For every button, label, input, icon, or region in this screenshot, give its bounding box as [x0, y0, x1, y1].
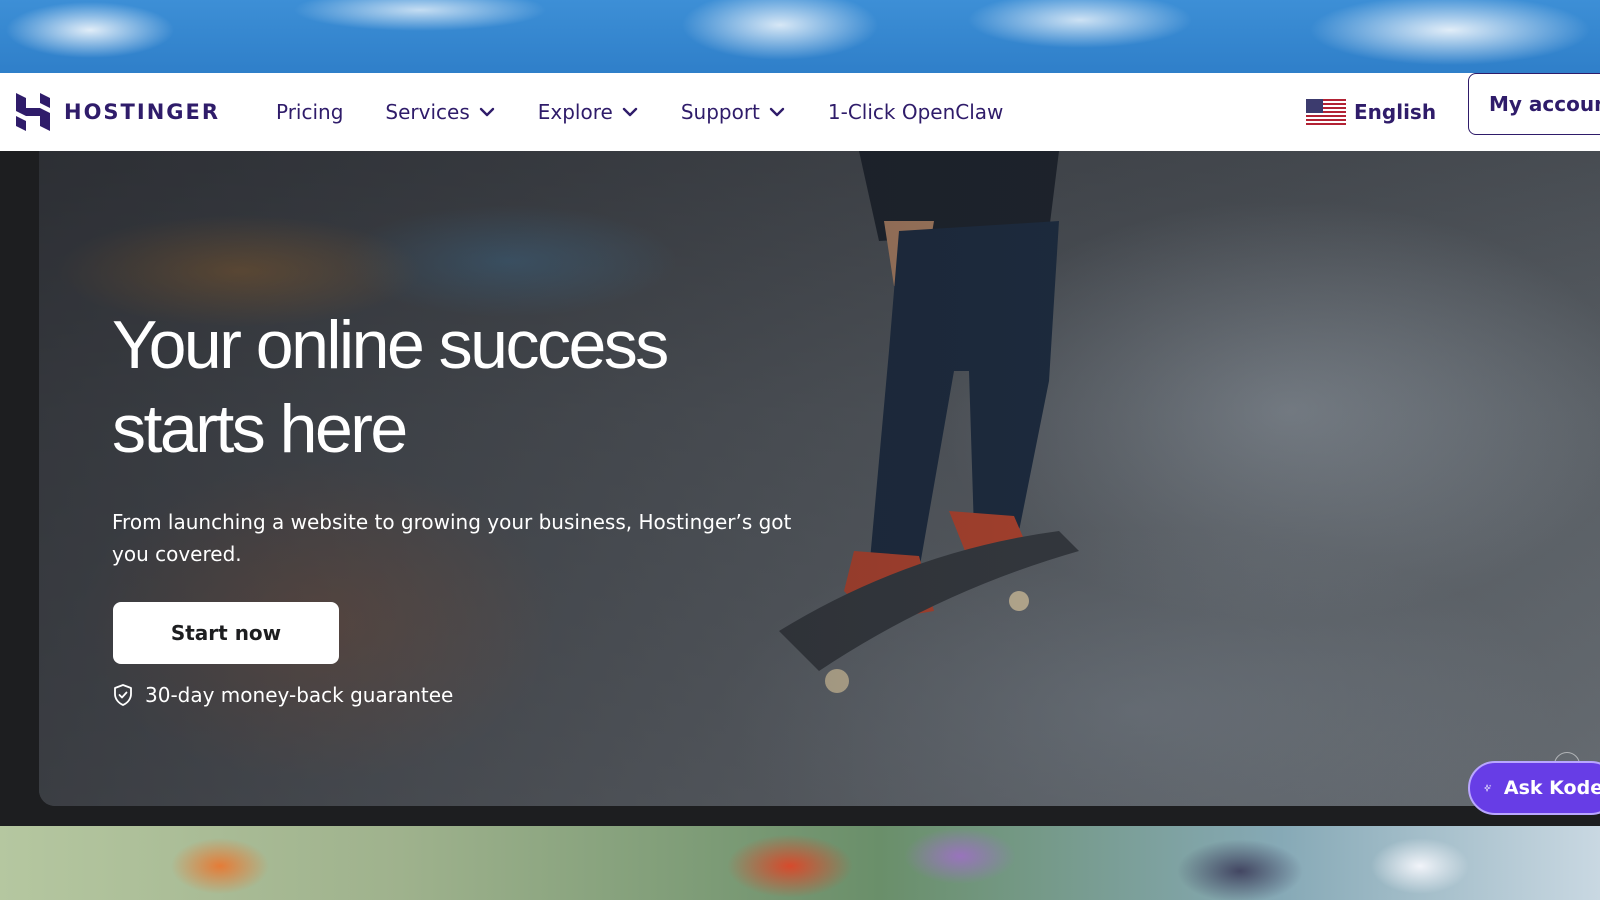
hero-overlay: [39, 151, 1600, 806]
brand-name: HOSTINGER: [64, 100, 221, 124]
my-account-button[interactable]: My account: [1468, 73, 1600, 135]
hero-title-line-2: starts here: [112, 391, 408, 467]
hero-section: [39, 151, 1600, 806]
language-selector[interactable]: English: [1306, 73, 1436, 151]
nav-item-pricing[interactable]: Pricing: [276, 100, 343, 124]
top-navigation: HOSTINGER Pricing Services Explore Suppo…: [0, 73, 1600, 151]
nav-item-label: Pricing: [276, 100, 344, 124]
nav-item-label: Support: [680, 100, 760, 124]
ask-kodee-button[interactable]: Ask Kodee: [1468, 761, 1600, 815]
shield-check-icon: [114, 684, 132, 706]
hostinger-h-icon: [16, 93, 50, 131]
nav-item-label: Services: [385, 100, 470, 124]
sparkle-icon: [1484, 784, 1492, 792]
nav-item-label: 1-Click OpenClaw: [827, 100, 1004, 124]
chevron-down-icon: [769, 107, 785, 117]
start-now-button[interactable]: Start now: [113, 602, 339, 664]
nav-item-label: Explore: [537, 100, 613, 124]
nav-item-services[interactable]: Services: [385, 100, 495, 124]
nav-item-openclaw[interactable]: 1-Click OpenClaw: [828, 100, 1004, 124]
logo[interactable]: HOSTINGER: [16, 85, 220, 139]
chevron-down-icon: [622, 107, 638, 117]
ask-kodee-label: Ask Kodee: [1503, 777, 1600, 799]
nav-item-explore[interactable]: Explore: [538, 100, 639, 124]
hero-title: Your online success starts here: [112, 303, 812, 471]
guarantee-text: 30-day money-back guarantee: [145, 683, 454, 707]
language-label: English: [1354, 100, 1437, 124]
hero-title-line-1: Your online success: [112, 307, 669, 383]
us-flag-icon: [1306, 99, 1346, 125]
hero-subtitle: From launching a website to growing your…: [112, 510, 792, 566]
chevron-down-icon: [479, 107, 494, 117]
top-banner-image: [0, 0, 1600, 73]
illustration-banner-image: [0, 826, 1600, 900]
money-back-guarantee: 30-day money-back guarantee: [113, 683, 453, 707]
nav-item-support[interactable]: Support: [681, 100, 786, 124]
nav-links: Pricing Services Explore Support 1-Click…: [276, 73, 1045, 151]
